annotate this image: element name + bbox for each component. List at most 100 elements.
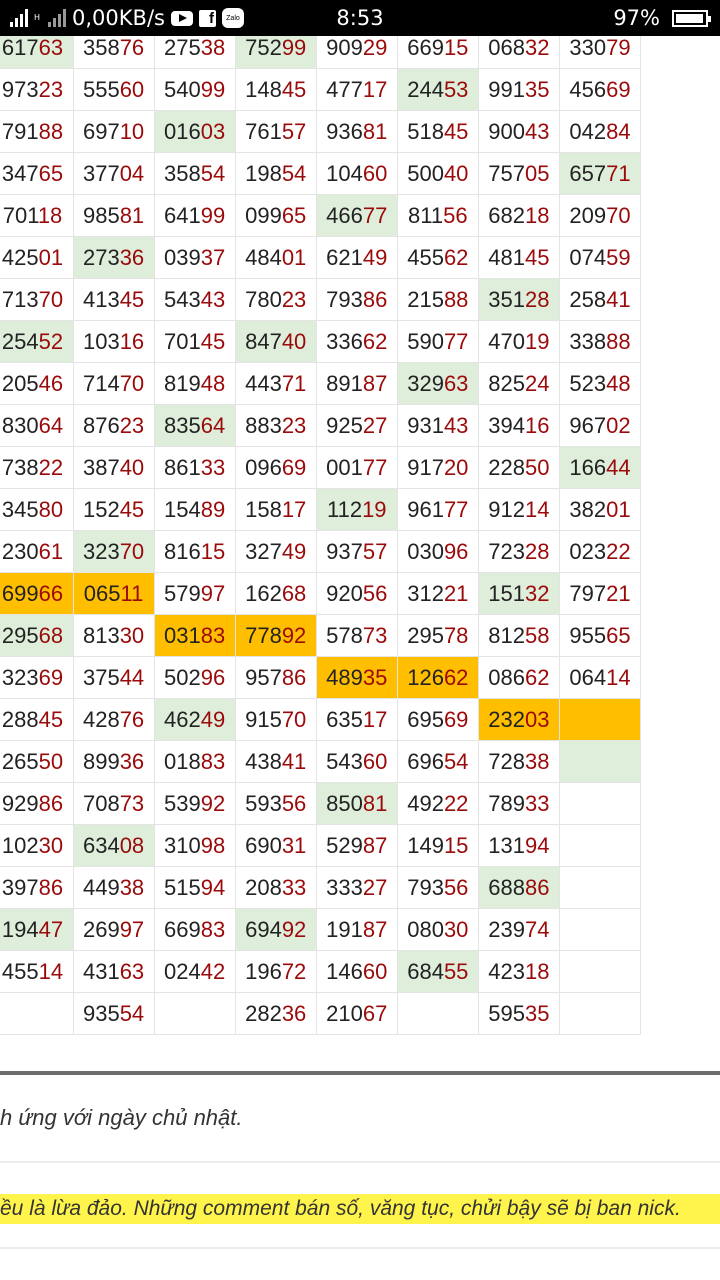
number-tail: 45	[200, 328, 226, 354]
table-cell: 35876	[72, 36, 155, 69]
number-head: 470	[488, 328, 525, 354]
table-cell: 91570	[234, 698, 317, 741]
number-tail: 14	[525, 496, 550, 522]
number-tail: 45	[119, 496, 145, 522]
number-head: 330	[569, 36, 607, 60]
number-tail: 38	[200, 36, 226, 60]
number-tail: 55	[443, 958, 469, 984]
table-cell: 59535	[477, 992, 560, 1035]
status-bar: H 0,00KB/s f Zalo 8:53 97%	[0, 0, 720, 36]
number-head: 595	[488, 1000, 525, 1026]
table-cell: 44938	[72, 866, 155, 909]
number-head: 929	[1, 790, 39, 816]
number-tail: 77	[362, 202, 388, 228]
number-tail: 84	[606, 118, 631, 144]
number-head: 191	[326, 916, 363, 942]
number-tail: 63	[38, 36, 64, 60]
number-head: 657	[569, 160, 607, 186]
number-tail: 92	[200, 790, 226, 816]
results-table-container[interactable]: 61763 35876 27538 75299 90929 66915 06832 33079…	[0, 36, 720, 1071]
number-tail: 21	[443, 580, 469, 606]
number-head: 961	[407, 496, 444, 522]
number-head: 443	[245, 370, 282, 396]
number-tail: 92	[281, 916, 307, 942]
number-tail: 50	[525, 454, 550, 480]
table-cell: 92986	[0, 782, 74, 825]
table-cell: 35854	[153, 152, 236, 195]
number-tail: 65	[281, 202, 307, 228]
table-row: 29568 81330 03183 77892 57873 29578 81258 95565	[0, 614, 642, 657]
number-tail: 60	[119, 76, 145, 102]
number-head: 080	[407, 916, 444, 942]
number-head: 413	[82, 286, 120, 312]
number-tail: 11	[120, 580, 144, 606]
table-cell: 72838	[477, 740, 560, 783]
number-tail: 04	[119, 160, 145, 186]
number-head: 937	[326, 538, 363, 564]
table-cell: 48935	[315, 656, 398, 699]
table-cell: 23203	[477, 698, 560, 741]
number-head: 210	[326, 1000, 363, 1026]
table-cell: 10316	[72, 320, 155, 363]
results-table-body: 61763 35876 27538 75299 90929 66915 06832 33079…	[0, 36, 642, 1035]
number-tail: 71	[281, 370, 307, 396]
number-head: 617	[1, 36, 39, 60]
number-tail: 32	[525, 580, 550, 606]
number-tail: 49	[200, 706, 226, 732]
number-tail: 76	[119, 36, 145, 60]
table-cell: 10230	[0, 824, 74, 867]
number-head: 688	[488, 874, 525, 900]
number-tail: 23	[38, 76, 64, 102]
number-head: 154	[164, 496, 201, 522]
number-head: 323	[1, 664, 39, 690]
number-head: 757	[488, 160, 525, 186]
number-tail: 40	[119, 454, 145, 480]
table-cell	[558, 908, 642, 951]
table-cell: 50040	[396, 152, 479, 195]
number-head: 449	[82, 874, 120, 900]
table-cell: 23974	[477, 908, 560, 951]
table-cell: 03096	[396, 530, 479, 573]
table-row: 23061 32370 81615 32749 93757 03096 72328 02322	[0, 530, 642, 573]
table-cell: 04284	[558, 110, 642, 153]
number-tail: 99	[281, 36, 307, 60]
table-cell: 16268	[234, 572, 317, 615]
number-head: 518	[407, 118, 444, 144]
number-tail: 69	[281, 454, 307, 480]
table-cell: 81615	[153, 530, 236, 573]
table-cell: 19672	[234, 950, 317, 993]
table-cell: 70145	[153, 320, 236, 363]
number-tail: 86	[38, 790, 64, 816]
table-cell: 28845	[0, 698, 74, 741]
number-head: 428	[82, 706, 120, 732]
number-tail: 49	[281, 538, 307, 564]
number-tail: 40	[281, 328, 307, 354]
table-cell: 10460	[315, 152, 398, 195]
table-cell: 29568	[0, 614, 74, 657]
number-head: 455	[1, 958, 39, 984]
table-cell: 20970	[558, 194, 642, 237]
number-tail: 78	[443, 622, 469, 648]
number-tail: 02	[606, 412, 631, 438]
number-tail: 88	[443, 286, 469, 312]
table-cell: 46249	[153, 698, 236, 741]
number-tail: 37	[200, 244, 226, 270]
table-cell: 50296	[153, 656, 236, 699]
number-head: 752	[245, 36, 282, 60]
table-cell	[153, 992, 236, 1035]
table-cell: 27336	[72, 236, 155, 279]
table-cell: 44371	[234, 362, 317, 405]
number-tail: 42	[200, 958, 226, 984]
table-row: 34580 15245 15489 15817 11219 96177 91214 38201	[0, 488, 642, 531]
number-tail: 45	[38, 706, 64, 732]
number-head: 641	[164, 202, 201, 228]
number-head: 621	[326, 244, 363, 270]
number-tail: 99	[200, 202, 226, 228]
table-row: 79188 69710 01603 76157 93681 51845 90043 04284	[0, 110, 642, 153]
number-tail: 10	[119, 118, 145, 144]
number-tail: 83	[200, 748, 226, 774]
number-head: 086	[488, 664, 525, 690]
number-tail: 98	[200, 832, 226, 858]
number-tail: 18	[525, 958, 550, 984]
table-cell: 98581	[72, 194, 155, 237]
